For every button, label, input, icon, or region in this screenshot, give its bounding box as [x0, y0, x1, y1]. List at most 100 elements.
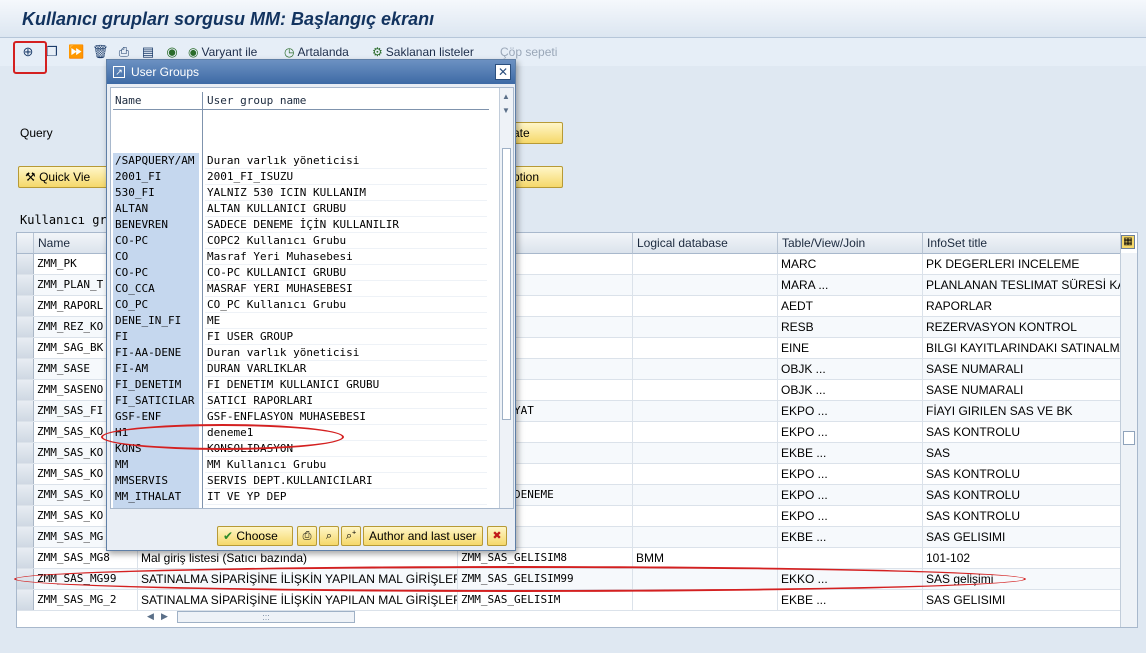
cell-table: AEDT: [778, 296, 923, 316]
background-button[interactable]: ◷ Artalanda: [284, 44, 349, 60]
user-group-item[interactable]: CO_CCA MASRAF YERI MUHASEBESI: [111, 281, 501, 297]
user-group-desc: FI USER GROUP: [205, 329, 487, 345]
scroll-left-icon[interactable]: ◀: [147, 611, 154, 622]
saved-lists-button[interactable]: ⚙ Saklanan listeler: [372, 44, 474, 60]
user-group-desc: MASRAF YERI MUHASEBESI: [205, 281, 487, 297]
user-group-item[interactable]: CO-PC CO-PC KULLANICI GRUBU: [111, 265, 501, 281]
user-group-item[interactable]: 2001_FI 2001_FI_ISUZU: [111, 169, 501, 185]
author-last-user-button[interactable]: Author and last user: [363, 526, 483, 546]
header-infoset-title[interactable]: InfoSet title: [923, 233, 1121, 254]
select-all-header[interactable]: [17, 233, 34, 254]
scroll-down-icon[interactable]: ▼: [502, 106, 510, 115]
scroll-up-icon[interactable]: ▲: [502, 92, 510, 101]
cell-table: OBJK ...: [778, 359, 923, 379]
cell-logical-database: [633, 317, 778, 337]
quick-viewer-button[interactable]: ⚒ Quick Vie: [18, 166, 114, 188]
scroll-right-icon[interactable]: ▶: [161, 611, 168, 622]
variant-icon: ◉: [188, 45, 199, 59]
header-table-view-join[interactable]: Table/View/Join: [778, 233, 923, 254]
user-group-desc: CO-PC KULLANICI GRUBU: [205, 265, 487, 281]
user-group-desc: SERVIS DEPT.KULLANICILARI: [205, 473, 487, 489]
user-group-item[interactable]: MM_ITHALAT IT VE YP DEP: [111, 489, 501, 505]
row-selector[interactable]: [17, 317, 34, 337]
cancel-icon[interactable]: ✖: [487, 526, 507, 546]
header-logical-database[interactable]: Logical database: [633, 233, 778, 254]
user-group-desc: DURAN VARLIKLAR: [205, 361, 487, 377]
user-group-item[interactable]: NKT NAKIT YONETIMI: [111, 505, 501, 508]
row-selector[interactable]: [17, 380, 34, 400]
user-group-item[interactable]: DENE_IN_FI ME: [111, 313, 501, 329]
user-group-item[interactable]: FI_SATICILAR SATICI RAPORLARI: [111, 393, 501, 409]
cell-title: SAS GELISIMI: [923, 590, 1121, 610]
user-group-item[interactable]: 530_FI YALNIZ 530 ICIN KULLANIM: [111, 185, 501, 201]
print-icon[interactable]: ⎙: [297, 526, 317, 546]
user-group-desc: Duran varlık yöneticisi: [205, 345, 487, 361]
check-icon: ✔: [223, 529, 237, 543]
user-group-item[interactable]: CO_PC CO_PC Kullanıcı Grubu: [111, 297, 501, 313]
row-selector[interactable]: [17, 485, 34, 505]
list-header-desc[interactable]: User group name: [207, 92, 487, 110]
user-group-desc: ALTAN KULLANICI GRUBU: [205, 201, 487, 217]
cell-title: SAS GELISIMI: [923, 527, 1121, 547]
cell-title: SAS: [923, 443, 1121, 463]
table-horizontal-scrollbar[interactable]: ◀ ▶ :::: [147, 611, 367, 625]
variant-button[interactable]: ◉ Varyant ile: [188, 44, 257, 60]
quick-viewer-icon: ⚒: [25, 170, 40, 184]
user-group-item[interactable]: MMSERVIS SERVIS DEPT.KULLANICILARI: [111, 473, 501, 489]
save-as-icon[interactable]: ▤: [140, 44, 156, 60]
row-selector[interactable]: [17, 296, 34, 316]
user-group-item[interactable]: MM MM Kullanıcı Grubu: [111, 457, 501, 473]
user-group-item[interactable]: CO Masraf Yeri Muhasebesi: [111, 249, 501, 265]
list-vertical-scrollbar[interactable]: ▲ ▼: [499, 88, 513, 508]
choose-button[interactable]: ✔ Choose: [217, 526, 293, 546]
cell-table: EKPO ...: [778, 485, 923, 505]
column-settings-icon[interactable]: ▦: [1121, 235, 1135, 249]
cell-logical-database: [633, 296, 778, 316]
row-selector[interactable]: [17, 275, 34, 295]
cell-infoset: ZMM_SAS_GELISIM: [458, 590, 633, 610]
table-row[interactable]: ZMM_SAS_MG_2 SATINALMA SİPARİŞİNE İLİŞKİN…: [17, 590, 1121, 611]
row-selector[interactable]: [17, 401, 34, 421]
close-icon[interactable]: ✕: [495, 64, 511, 80]
find-icon[interactable]: ⌕: [319, 526, 339, 546]
user-group-desc: COPC2 Kullanıcı Grubu: [205, 233, 487, 249]
display-icon[interactable]: ⎙: [116, 44, 132, 60]
user-group-name: MM_ITHALAT: [113, 489, 199, 505]
table-vertical-scrollbar[interactable]: [1120, 253, 1137, 627]
user-group-item[interactable]: FI-AM DURAN VARLIKLAR: [111, 361, 501, 377]
user-group-item[interactable]: FI-AA-DENE Duran varlık yöneticisi: [111, 345, 501, 361]
row-selector[interactable]: [17, 548, 34, 568]
title-bar: Kullanıcı grupları sorgusu MM: Başlangıç…: [0, 0, 1146, 38]
row-selector[interactable]: [17, 359, 34, 379]
user-group-item[interactable]: /SAPQUERY/AM Duran varlık yöneticisi: [111, 153, 501, 169]
user-group-name: FI_SATICILAR: [113, 393, 199, 409]
row-selector[interactable]: [17, 443, 34, 463]
row-selector[interactable]: [17, 338, 34, 358]
execute-icon[interactable]: ⏩: [68, 44, 84, 60]
horizontal-scroll-thumb[interactable]: :::: [177, 611, 355, 623]
row-selector[interactable]: [17, 527, 34, 547]
row-selector[interactable]: [17, 506, 34, 526]
user-group-item[interactable]: FI FI USER GROUP: [111, 329, 501, 345]
row-selector[interactable]: [17, 422, 34, 442]
cell-table: EKPO ...: [778, 506, 923, 526]
user-group-item[interactable]: CO-PC COPC2 Kullanıcı Grubu: [111, 233, 501, 249]
list-header-name[interactable]: Name: [115, 92, 201, 110]
clock-icon: ◷: [284, 45, 295, 59]
find-next-icon[interactable]: ⌕⁺: [341, 526, 361, 546]
row-selector[interactable]: [17, 464, 34, 484]
trash-button[interactable]: Çöp sepeti: [500, 44, 557, 60]
row-selector[interactable]: [17, 590, 34, 610]
highlight-mg99-row: [14, 566, 1026, 592]
user-group-item[interactable]: BENEVREN SADECE DENEME İÇİN KULLANILIR: [111, 217, 501, 233]
user-group-name: 530_FI: [113, 185, 199, 201]
list-scroll-thumb[interactable]: [502, 148, 511, 420]
row-selector[interactable]: [17, 254, 34, 274]
table-scroll-thumb[interactable]: [1123, 431, 1135, 445]
run-icon[interactable]: ◉: [164, 44, 180, 60]
user-group-item[interactable]: FI_DENETIM FI DENETIM KULLANICI GRUBU: [111, 377, 501, 393]
user-group-item[interactable]: GSF-ENF GSF-ENFLASYON MUHASEBESI: [111, 409, 501, 425]
cell-logical-database: [633, 359, 778, 379]
delete-icon[interactable]: 🗑: [92, 44, 109, 60]
user-group-item[interactable]: ALTAN ALTAN KULLANICI GRUBU: [111, 201, 501, 217]
